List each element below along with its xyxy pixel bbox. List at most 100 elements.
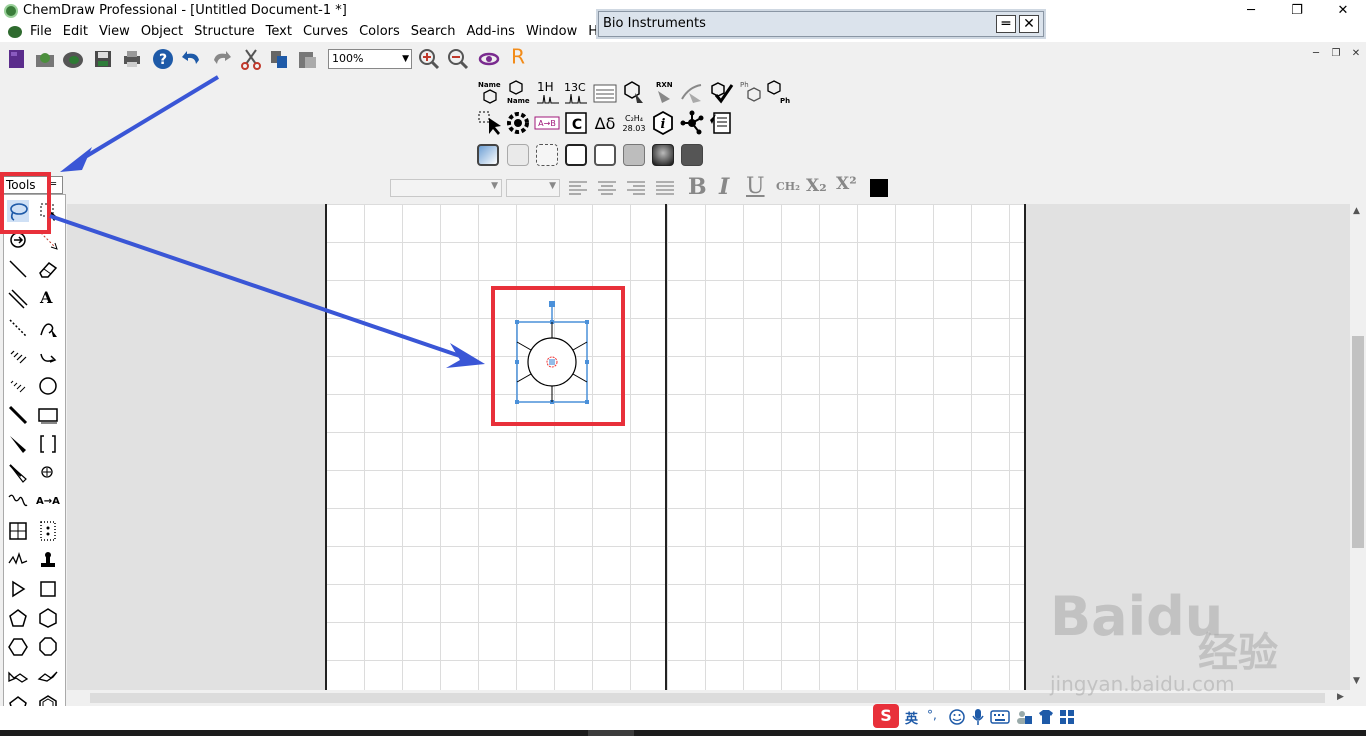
menu-add-ins[interactable]: Add-ins bbox=[466, 24, 521, 39]
align-left-icon[interactable] bbox=[567, 177, 589, 199]
clean-reaction-icon[interactable]: RXN bbox=[650, 79, 676, 105]
save-icon[interactable] bbox=[92, 48, 114, 70]
shape-style-double[interactable] bbox=[594, 144, 616, 166]
copy-icon[interactable] bbox=[268, 48, 290, 70]
c-spectrum-icon[interactable]: C bbox=[563, 110, 589, 136]
clean-biopolymer-icon[interactable] bbox=[679, 79, 705, 105]
chair-conformer-2-tool-icon[interactable] bbox=[37, 665, 59, 687]
shape-style-bold[interactable] bbox=[565, 144, 587, 166]
molecule-3d-icon[interactable] bbox=[679, 110, 705, 136]
wavy-bond-tool-icon[interactable] bbox=[7, 491, 29, 513]
paste-icon[interactable] bbox=[296, 48, 318, 70]
shape-style-plain[interactable] bbox=[507, 144, 529, 166]
zoom-out-icon[interactable] bbox=[447, 48, 469, 70]
drawing-elements-tool-icon[interactable] bbox=[37, 404, 59, 426]
align-center-icon[interactable] bbox=[596, 177, 618, 199]
play-triangle-tool-icon[interactable] bbox=[7, 578, 29, 600]
restore-button[interactable]: ❐ bbox=[1274, 0, 1320, 22]
menu-structure[interactable]: Structure bbox=[194, 24, 261, 39]
arrow-tool-icon[interactable] bbox=[37, 346, 59, 368]
pen-tool-icon[interactable] bbox=[37, 317, 59, 339]
mdi-close-button[interactable]: ✕ bbox=[1346, 47, 1366, 61]
shape-style-shaded[interactable] bbox=[652, 144, 674, 166]
structure-perspective-icon[interactable] bbox=[478, 48, 500, 70]
menu-curves[interactable]: Curves bbox=[303, 24, 355, 39]
solid-bond-tool-icon[interactable] bbox=[7, 258, 29, 280]
brackets-tool-icon[interactable] bbox=[37, 433, 59, 455]
shape-style-dashed[interactable] bbox=[536, 144, 558, 166]
open-file-icon[interactable] bbox=[34, 48, 56, 70]
menu-edit[interactable]: Edit bbox=[63, 24, 95, 39]
bio-instruments-window[interactable]: Bio Instruments ═ ✕ bbox=[598, 11, 1044, 37]
tlc-plate-tool-icon[interactable] bbox=[37, 520, 59, 542]
emoji-icon[interactable] bbox=[948, 708, 966, 726]
document-settings-icon[interactable] bbox=[708, 110, 734, 136]
r-group-icon[interactable]: R bbox=[507, 45, 529, 67]
hollow-wedge-tool-icon[interactable] bbox=[7, 462, 29, 484]
stamp-tool-icon[interactable] bbox=[37, 549, 59, 571]
formula-style-button[interactable]: CH₂ bbox=[776, 180, 800, 193]
bold-button[interactable]: B bbox=[688, 174, 707, 200]
square-tool-icon[interactable] bbox=[37, 578, 59, 600]
mdi-restore-button[interactable]: ❐ bbox=[1326, 47, 1346, 61]
pentagon-tool-icon[interactable] bbox=[7, 607, 29, 629]
expand-label-icon[interactable]: Ph bbox=[738, 79, 764, 105]
superscript-button[interactable]: X² bbox=[836, 174, 857, 194]
vertical-scroll-thumb[interactable] bbox=[1352, 336, 1364, 548]
contract-label-icon[interactable]: Ph bbox=[766, 79, 792, 105]
justify-icon[interactable] bbox=[654, 177, 676, 199]
new-document-icon[interactable] bbox=[6, 48, 28, 70]
document-page-right[interactable] bbox=[667, 204, 1024, 690]
shape-style-filled[interactable] bbox=[623, 144, 645, 166]
table-tool-icon[interactable] bbox=[7, 520, 29, 542]
reaction-properties-icon[interactable] bbox=[592, 79, 618, 105]
bio-menu-button[interactable]: ═ bbox=[996, 15, 1016, 33]
zoom-select[interactable]: 100% ▼ bbox=[328, 49, 412, 69]
chair-conformer-1-tool-icon[interactable] bbox=[7, 665, 29, 687]
skin-shirt-icon[interactable] bbox=[1037, 708, 1055, 726]
scroll-down-icon[interactable]: ▼ bbox=[1353, 676, 1360, 686]
c-nmr-icon[interactable]: 13C bbox=[563, 79, 589, 105]
text-transform-tool-icon[interactable]: A→A bbox=[36, 496, 60, 518]
bold-bond-tool-icon[interactable] bbox=[7, 404, 29, 426]
close-button[interactable]: ✕ bbox=[1320, 0, 1366, 22]
menu-view[interactable]: View bbox=[99, 24, 137, 39]
octagon-tool-icon[interactable] bbox=[37, 636, 59, 658]
settings-gear-icon[interactable] bbox=[505, 110, 531, 136]
reaction-interpreter-icon[interactable]: A→B bbox=[534, 110, 560, 136]
font-size-select[interactable]: ▼ bbox=[506, 179, 560, 197]
name-to-structure-icon[interactable]: Name bbox=[477, 79, 503, 105]
align-right-icon[interactable] bbox=[625, 177, 647, 199]
menu-colors[interactable]: Colors bbox=[359, 24, 407, 39]
check-structure-icon[interactable] bbox=[708, 79, 734, 105]
chemical-symbols-tool-icon[interactable] bbox=[37, 462, 59, 484]
scroll-right-icon[interactable]: ▶ bbox=[1337, 692, 1344, 702]
ime-logo[interactable]: S bbox=[873, 704, 899, 728]
formula-mass-icon[interactable]: C₂H₄28.03 bbox=[621, 110, 647, 136]
text-color-swatch[interactable] bbox=[870, 179, 888, 197]
help-icon[interactable]: ? bbox=[152, 48, 174, 70]
hexagon-tool-icon[interactable] bbox=[37, 607, 59, 629]
menu-object[interactable]: Object bbox=[141, 24, 190, 39]
keyboard-icon[interactable] bbox=[990, 709, 1010, 725]
bio-close-button[interactable]: ✕ bbox=[1019, 15, 1039, 33]
menu-window[interactable]: Window bbox=[526, 24, 584, 39]
clean-structure-icon[interactable] bbox=[621, 79, 647, 105]
h-nmr-icon[interactable]: 1H bbox=[535, 79, 561, 105]
hashed-wedge-tool-icon[interactable] bbox=[7, 375, 29, 397]
chemdraw-online-icon[interactable] bbox=[62, 48, 84, 70]
cyclohexane-chair-tool-icon[interactable] bbox=[7, 636, 29, 658]
orbital-tool-icon[interactable] bbox=[37, 375, 59, 397]
scroll-up-icon[interactable]: ▲ bbox=[1353, 206, 1360, 216]
select-query-icon[interactable] bbox=[477, 110, 503, 136]
tools-menu-button[interactable]: ═ bbox=[50, 179, 60, 191]
undo-icon[interactable] bbox=[181, 48, 203, 70]
spectrum-tool-icon[interactable] bbox=[7, 549, 29, 571]
wedge-bond-tool-icon[interactable] bbox=[7, 433, 29, 455]
microphone-icon[interactable] bbox=[970, 708, 986, 726]
minimize-button[interactable]: ─ bbox=[1228, 0, 1274, 22]
underline-button[interactable]: U bbox=[746, 174, 765, 199]
menu-text[interactable]: Text bbox=[266, 24, 299, 39]
mdi-minimize-button[interactable]: ─ bbox=[1306, 47, 1326, 61]
print-icon[interactable] bbox=[121, 48, 143, 70]
